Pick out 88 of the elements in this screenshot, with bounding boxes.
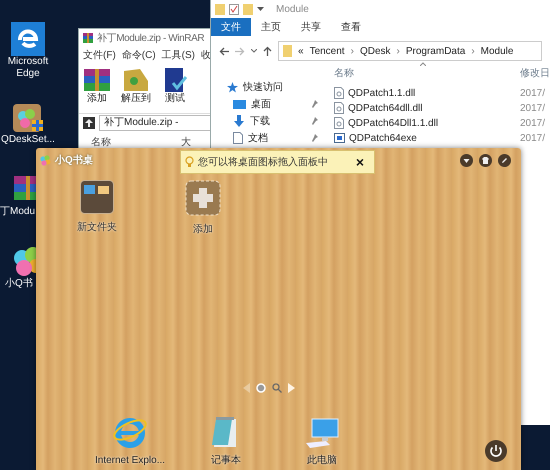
file-gear-icon xyxy=(334,87,344,99)
breadcrumb-item[interactable]: Tencent xyxy=(310,44,345,58)
desktop-icon xyxy=(233,98,246,110)
path-text: 补丁Module.zip - xyxy=(104,116,178,130)
breadcrumb-item[interactable]: ProgramData xyxy=(406,44,466,58)
path-field[interactable]: 补丁Module.zip - xyxy=(99,114,213,130)
archive-icon xyxy=(83,67,111,93)
file-name[interactable]: QDPatch1.1.dll xyxy=(348,86,416,100)
file-date: 2017/ xyxy=(520,116,546,130)
ribbon-tab[interactable]: 查看 xyxy=(331,18,371,36)
file-name[interactable]: QDPatch64exe xyxy=(349,130,417,146)
tip-text: 您可以将桌面图标拖入面板中 xyxy=(198,156,328,170)
item-label[interactable]: 添加 xyxy=(193,222,213,237)
folder-extract-icon xyxy=(122,67,150,93)
pin-icon[interactable] xyxy=(311,100,318,108)
column-header[interactable]: 大 xyxy=(181,135,191,150)
ribbon-tab[interactable]: 共享 xyxy=(291,18,331,36)
window-title: Module xyxy=(276,2,309,16)
column-header[interactable]: 名称 xyxy=(334,66,520,80)
item-label[interactable]: 新文件夹 xyxy=(77,220,117,235)
panel-title: 小Q书桌 xyxy=(55,154,93,168)
breadcrumb-separator: › xyxy=(350,44,354,58)
archive-icon xyxy=(83,33,93,43)
column-header[interactable]: 名称 xyxy=(91,135,111,150)
menu-item[interactable]: 收 xyxy=(201,48,212,62)
dropdown-circle-icon[interactable] xyxy=(460,154,473,166)
nav-item[interactable]: 桌面 xyxy=(251,96,271,112)
browser-icon xyxy=(11,22,45,56)
dropdown-icon[interactable] xyxy=(257,6,264,12)
sort-caret-icon xyxy=(420,62,426,66)
ribbon-tab[interactable]: 主页 xyxy=(251,18,291,36)
file-date: 2017/ xyxy=(520,102,546,116)
breadcrumb-overflow[interactable]: « xyxy=(298,44,304,58)
lightbulb-icon xyxy=(185,156,194,168)
add-icon[interactable] xyxy=(185,180,221,216)
file-date: 2017/ xyxy=(520,132,546,146)
file-gear-icon xyxy=(334,117,344,129)
folder-icon xyxy=(283,45,292,57)
computer-icon[interactable] xyxy=(304,417,340,449)
breadcrumb-separator: › xyxy=(471,44,475,58)
up-folder-icon[interactable] xyxy=(83,116,95,128)
file-gear-icon xyxy=(334,102,344,114)
shirt-icon[interactable] xyxy=(479,154,492,166)
dropdown-icon[interactable] xyxy=(251,49,257,53)
power-icon[interactable] xyxy=(485,440,507,462)
desktop-icon-label[interactable]: 小Q书 xyxy=(5,278,33,290)
dock-label[interactable]: 记事本 xyxy=(211,453,241,468)
next-page-icon[interactable] xyxy=(288,383,294,393)
file-date: 2017/ xyxy=(520,86,546,100)
desktop-icon-label[interactable]: QDeskSet... xyxy=(0,134,56,146)
nav-item[interactable]: 文档 xyxy=(248,130,268,146)
document-icon xyxy=(233,132,243,144)
pin-icon[interactable] xyxy=(311,117,318,125)
up-arrow-icon[interactable] xyxy=(263,46,272,56)
breadcrumb-item[interactable]: QDesk xyxy=(360,44,390,58)
file-name[interactable]: QDPatch64Dll1.1.dll xyxy=(348,116,438,130)
address-bar[interactable]: « Tencent › QDesk › ProgramData › Module xyxy=(278,41,542,61)
window-title: 补丁Module.zip - WinRAR xyxy=(97,32,204,46)
toolbar-button[interactable]: 添加 xyxy=(83,67,111,105)
dock-label[interactable]: Internet Explo... xyxy=(94,453,166,468)
back-arrow-icon[interactable] xyxy=(219,46,229,56)
flower-logo-icon xyxy=(40,154,51,166)
pencil-icon[interactable] xyxy=(498,154,511,166)
menu-item[interactable]: 文件(F) xyxy=(83,48,116,62)
column-header[interactable]: 修改日 xyxy=(520,66,550,80)
desktop-icon-label[interactable]: 丁Modu xyxy=(0,206,36,218)
program-icon xyxy=(334,132,345,144)
desktop-icon-label[interactable]: Microsoft Edge xyxy=(0,56,56,80)
toolbar-button[interactable]: 测试 xyxy=(161,67,189,105)
file-name[interactable]: QDPatch64dll.dll xyxy=(348,100,422,116)
menu-item[interactable]: 命令(C) xyxy=(122,48,156,62)
pin-icon[interactable] xyxy=(311,134,318,142)
ribbon-tab[interactable]: 文件 xyxy=(211,18,251,36)
dock-label[interactable]: 此电脑 xyxy=(307,453,337,468)
folder-icon[interactable] xyxy=(80,180,114,214)
checklist-icon[interactable] xyxy=(229,4,239,14)
star-icon xyxy=(227,82,238,92)
forward-arrow-icon[interactable] xyxy=(235,46,245,56)
nav-item[interactable]: 下载 xyxy=(250,114,270,128)
nav-item[interactable]: 快速访问 xyxy=(243,80,283,94)
search-icon[interactable] xyxy=(272,383,282,393)
toolbar-button[interactable]: 解压到 xyxy=(121,67,151,105)
menu-item[interactable]: 工具(S) xyxy=(162,48,196,62)
breadcrumb-separator: › xyxy=(396,44,400,58)
page-dot[interactable] xyxy=(256,383,266,393)
close-button[interactable]: × xyxy=(356,155,364,169)
download-icon xyxy=(233,115,245,127)
breadcrumb-item[interactable]: Module xyxy=(480,44,514,58)
